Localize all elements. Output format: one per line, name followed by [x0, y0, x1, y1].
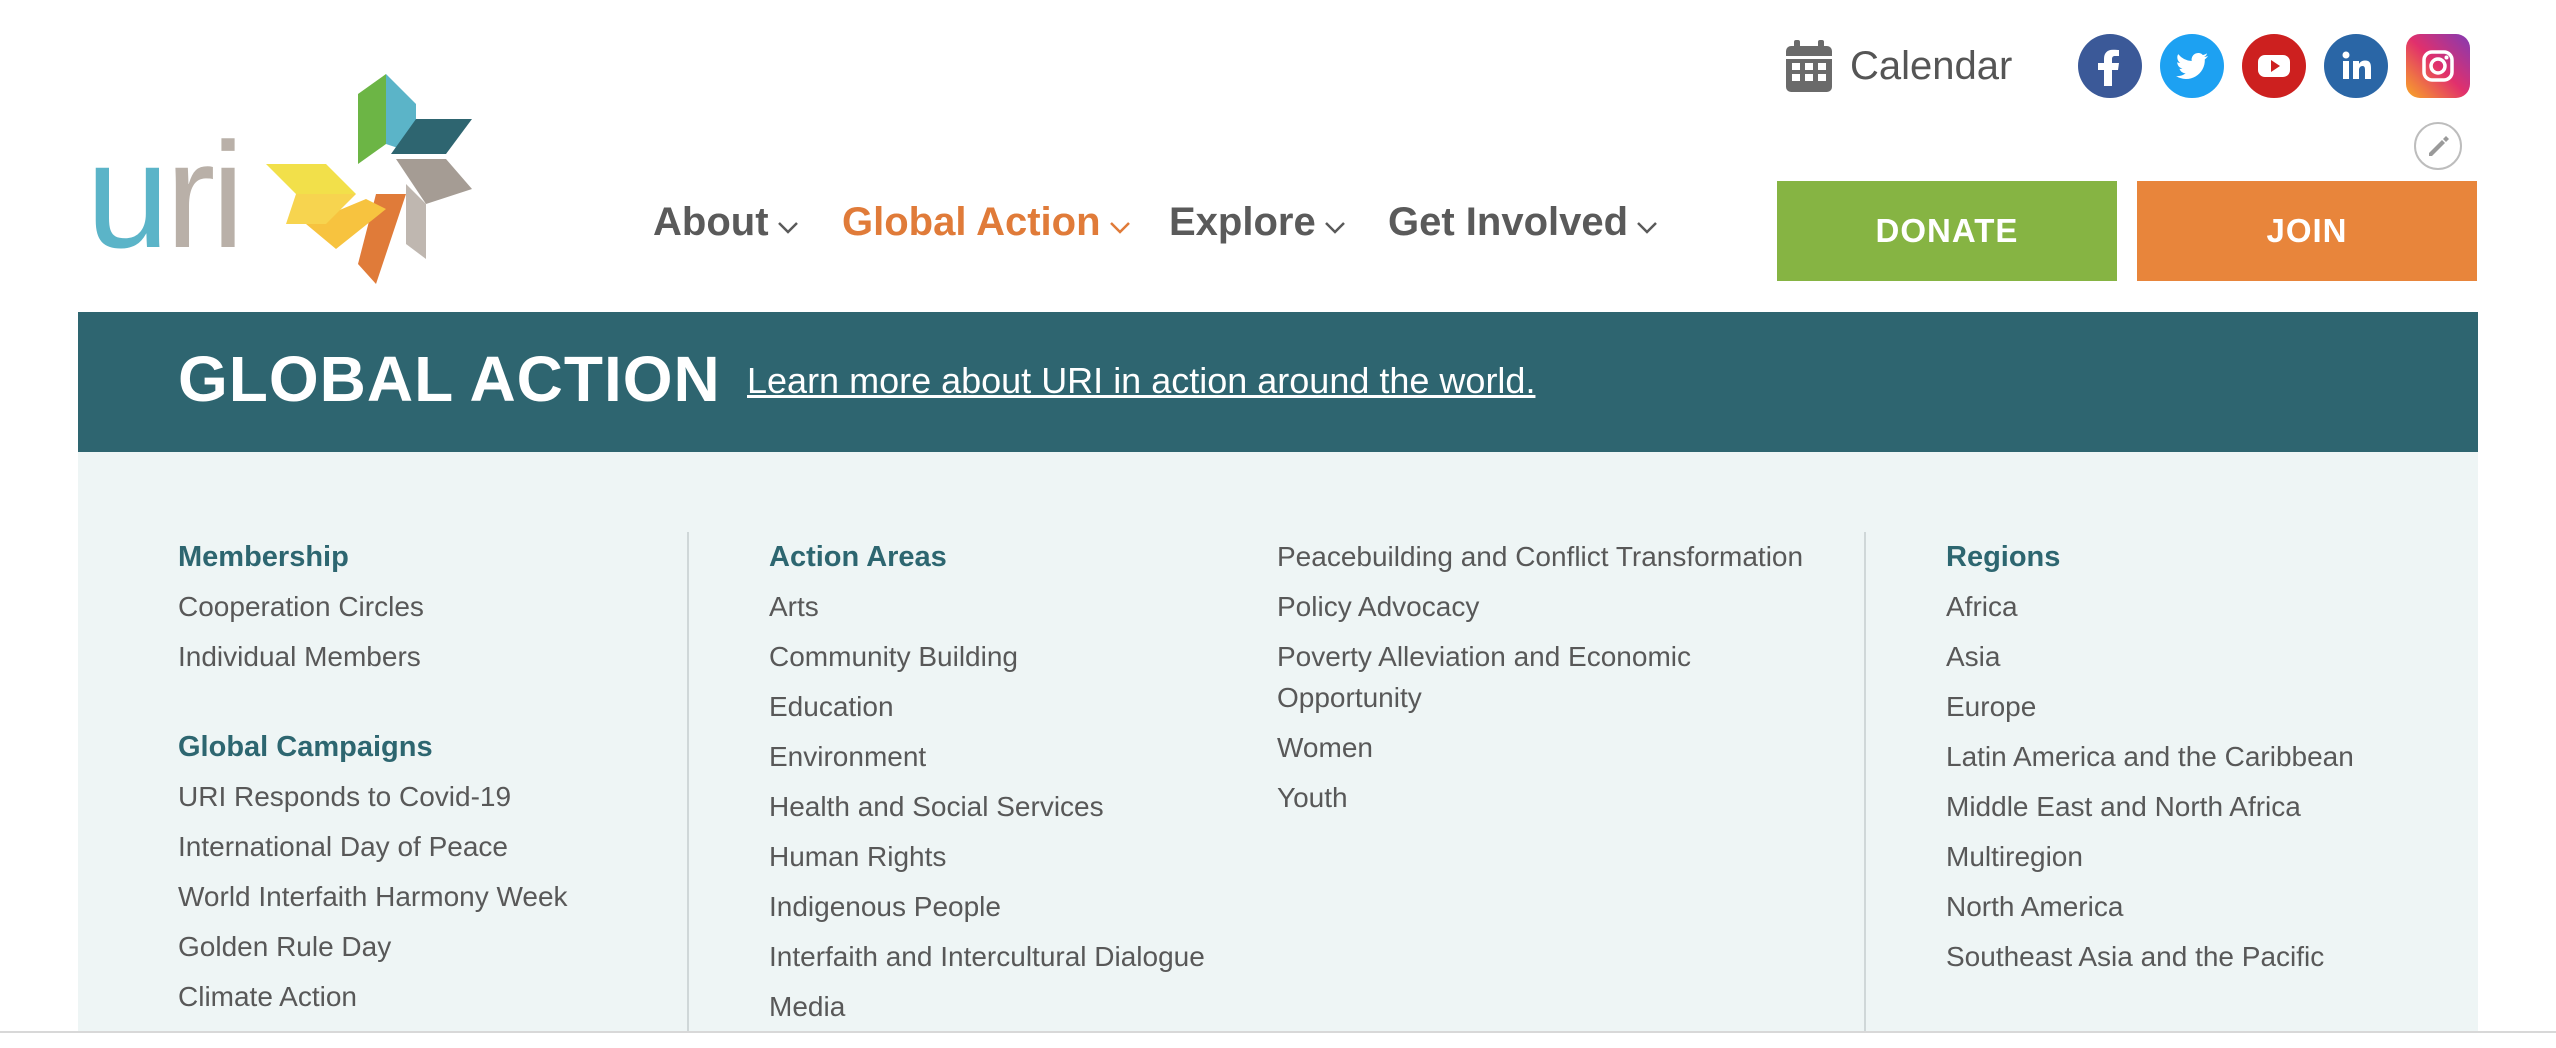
calendar-link[interactable]: Calendar	[1784, 34, 2012, 98]
nav-get-involved-label: Get Involved	[1388, 200, 1629, 244]
logo-pinwheel-icon	[266, 74, 472, 284]
menu-link[interactable]: World Interfaith Harmony Week	[178, 872, 568, 922]
page-divider	[0, 1031, 2556, 1033]
menu-link[interactable]: Media	[769, 982, 1205, 1032]
menu-link[interactable]: North America	[1946, 882, 2354, 932]
column-divider	[687, 532, 689, 1032]
menu-link[interactable]: Golden Rule Day	[178, 922, 568, 972]
menu-link[interactable]: Multiregion	[1946, 832, 2354, 882]
chevron-down-icon	[777, 221, 798, 234]
regions-heading[interactable]: Regions	[1946, 532, 2354, 582]
linkedin-icon[interactable]	[2324, 34, 2388, 98]
menu-link[interactable]: Arts	[769, 582, 1205, 632]
uri-logo[interactable]: uri	[86, 74, 472, 284]
menu-link[interactable]: Middle East and North Africa	[1946, 782, 2354, 832]
action-areas-column-2: Peacebuilding and Conflict Transformatio…	[1277, 532, 1803, 823]
nav-about-label: About	[653, 200, 769, 244]
menu-link[interactable]: Cooperation Circles	[178, 582, 568, 632]
action-areas-column: Action Areas Arts Community Building Edu…	[769, 532, 1205, 1032]
chevron-down-icon	[1637, 221, 1657, 234]
mega-menu-title: GLOBAL ACTION	[178, 343, 721, 415]
nav-explore-label: Explore	[1169, 200, 1316, 244]
menu-link[interactable]: Education	[769, 682, 1205, 732]
menu-link[interactable]: Peacebuilding and Conflict Transformatio…	[1277, 532, 1803, 582]
join-button[interactable]: JOIN	[2137, 181, 2477, 281]
nav-get-involved[interactable]: Get Involved	[1388, 200, 1658, 245]
menu-link[interactable]: Individual Members	[178, 632, 568, 682]
facebook-icon[interactable]	[2078, 34, 2142, 98]
menu-link[interactable]: Southeast Asia and the Pacific	[1946, 932, 2354, 982]
menu-link[interactable]: Health and Social Services	[769, 782, 1205, 832]
column-divider	[1864, 532, 1866, 1032]
menu-link[interactable]: Africa	[1946, 582, 2354, 632]
nav-global-action[interactable]: Global Action	[842, 200, 1131, 245]
menu-link[interactable]: Climate Action	[178, 972, 568, 1022]
twitter-icon[interactable]	[2160, 34, 2224, 98]
menu-link[interactable]: Community Building	[769, 632, 1205, 682]
menu-link[interactable]: Environment	[769, 732, 1205, 782]
membership-heading[interactable]: Membership	[178, 532, 568, 582]
membership-column: Membership Cooperation Circles Individua…	[178, 532, 568, 1022]
menu-link[interactable]: Poverty Alleviation and Economic Opportu…	[1277, 632, 1707, 723]
nav-global-action-label: Global Action	[842, 200, 1101, 244]
menu-link[interactable]: Europe	[1946, 682, 2354, 732]
pencil-icon[interactable]	[2414, 122, 2462, 170]
nav-about[interactable]: About	[653, 200, 799, 245]
menu-link[interactable]: Policy Advocacy	[1277, 582, 1803, 632]
menu-link[interactable]: Interfaith and Intercultural Dialogue	[769, 932, 1205, 982]
calendar-label: Calendar	[1850, 43, 2013, 88]
menu-link[interactable]: Indigenous People	[769, 882, 1205, 932]
menu-link[interactable]: Latin America and the Caribbean	[1946, 732, 2354, 782]
calendar-icon	[1786, 40, 1832, 92]
instagram-icon[interactable]	[2406, 34, 2470, 98]
menu-link[interactable]: URI Responds to Covid-19	[178, 772, 568, 822]
menu-link[interactable]: Youth	[1277, 773, 1803, 823]
regions-column: Regions Africa Asia Europe Latin America…	[1946, 532, 2354, 982]
youtube-icon[interactable]	[2242, 34, 2306, 98]
menu-link[interactable]: Women	[1277, 723, 1803, 773]
donate-button[interactable]: DONATE	[1777, 181, 2117, 281]
mega-menu-body: Membership Cooperation Circles Individua…	[78, 452, 2478, 1032]
global-campaigns-heading[interactable]: Global Campaigns	[178, 722, 568, 772]
menu-link[interactable]: Asia	[1946, 632, 2354, 682]
mega-menu-header: GLOBAL ACTION Learn more about URI in ac…	[78, 312, 2478, 452]
logo-wordmark: uri	[86, 111, 245, 279]
nav-explore[interactable]: Explore	[1169, 200, 1346, 245]
chevron-down-icon	[1109, 221, 1130, 234]
mega-menu-learn-more-link[interactable]: Learn more about URI in action around th…	[747, 360, 1535, 402]
menu-link[interactable]: Human Rights	[769, 832, 1205, 882]
action-areas-heading[interactable]: Action Areas	[769, 532, 1205, 582]
menu-link[interactable]: International Day of Peace	[178, 822, 568, 872]
chevron-down-icon	[1324, 221, 1345, 234]
